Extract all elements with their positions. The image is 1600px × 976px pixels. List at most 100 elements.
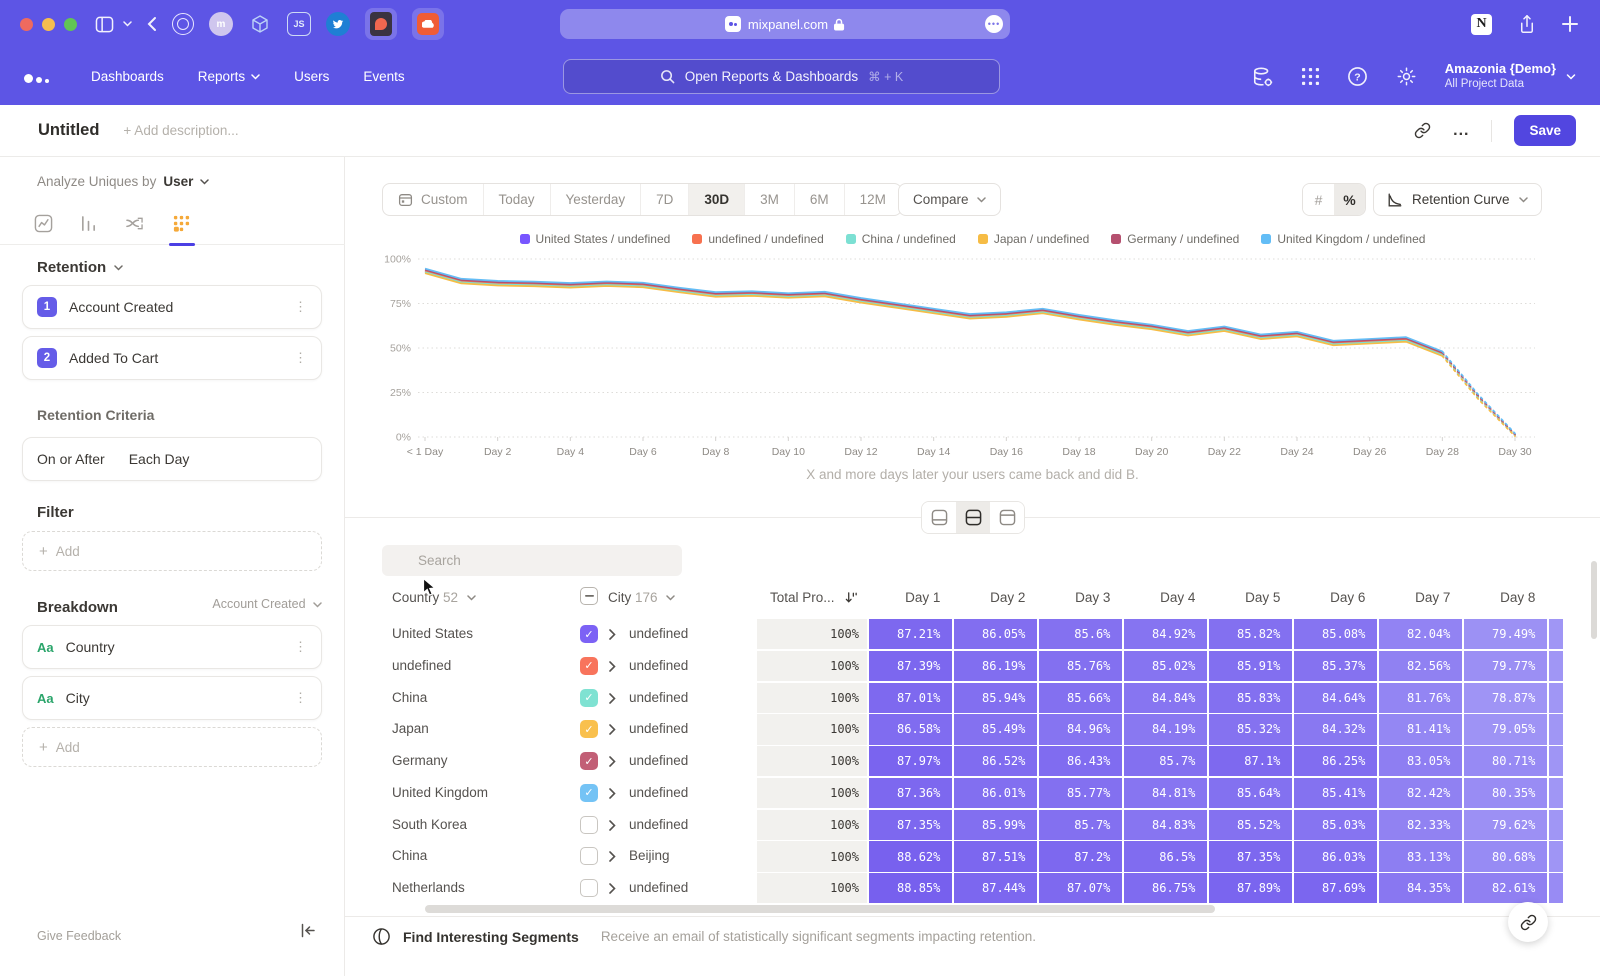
range-yesterday[interactable]: Yesterday	[550, 184, 641, 215]
retention-cell[interactable]: 87.2%	[1039, 841, 1122, 871]
retention-criteria-card[interactable]: On or After Each Day	[22, 437, 322, 481]
settings-gear-icon[interactable]	[1396, 66, 1417, 87]
retention-cell[interactable]: 87.97%	[869, 746, 952, 776]
retention-step-2[interactable]: 2 Added To Cart ⋮	[22, 336, 322, 380]
retention-chart[interactable]: 100%75%50%25%0%< 1 DayDay 2Day 4Day 6Day…	[375, 250, 1560, 462]
retention-cell[interactable]: 85.7%	[1039, 810, 1122, 840]
retention-cell[interactable]: 86.05%	[954, 619, 1037, 649]
row-checkbox[interactable]	[580, 847, 598, 865]
tab-funnels[interactable]	[80, 203, 97, 245]
notion-icon[interactable]: N	[1471, 14, 1492, 35]
row-checkbox[interactable]	[580, 879, 598, 897]
retention-cell[interactable]: 87.39%	[869, 651, 952, 681]
retention-cell[interactable]: 84.96%	[1039, 714, 1122, 744]
tab-retention[interactable]	[172, 203, 191, 245]
extension-icon-m[interactable]: m	[209, 12, 233, 36]
column-day-8[interactable]: Day 8	[1464, 590, 1535, 605]
page-title[interactable]: Untitled	[38, 121, 99, 140]
tab-flows[interactable]	[124, 203, 145, 245]
column-day-7[interactable]: Day 7	[1379, 590, 1450, 605]
save-button[interactable]: Save	[1514, 115, 1576, 146]
retention-cell[interactable]: 79.62%	[1464, 810, 1547, 840]
retention-cell[interactable]: 86.5%	[1124, 841, 1207, 871]
mixpanel-logo[interactable]	[24, 71, 49, 83]
extension-icon-bird[interactable]	[326, 12, 350, 36]
retention-cell[interactable]: 87.69%	[1294, 873, 1377, 903]
breakdown-city[interactable]: Aa City ⋮	[22, 676, 322, 720]
expand-row-icon[interactable]	[609, 724, 616, 735]
row-checkbox[interactable]: ✓	[580, 657, 598, 675]
project-switcher[interactable]: Amazonia {Demo} All Project Data	[1445, 61, 1576, 92]
retention-cell[interactable]: 81.76%	[1379, 683, 1462, 713]
retention-cell[interactable]: 81.41%	[1379, 714, 1462, 744]
retention-cell[interactable]: 80.35%	[1464, 778, 1547, 808]
retention-cell[interactable]: 85.91%	[1209, 651, 1292, 681]
range-custom[interactable]: Custom	[383, 184, 483, 215]
nav-item-events[interactable]: Events	[363, 69, 404, 84]
breakdown-country[interactable]: Aa Country ⋮	[22, 625, 322, 669]
extension-icon-circles[interactable]	[172, 13, 194, 35]
nav-item-users[interactable]: Users	[294, 69, 329, 84]
retention-cell[interactable]: 84.84%	[1124, 683, 1207, 713]
expand-row-icon[interactable]	[609, 820, 616, 831]
column-day-1[interactable]: Day 1	[869, 590, 940, 605]
retention-cell[interactable]: 87.35%	[1209, 841, 1292, 871]
legend-item[interactable]: Japan / undefined	[978, 232, 1089, 246]
kebab-menu-icon[interactable]: ⋮	[294, 350, 307, 366]
retention-cell[interactable]: 85.77%	[1039, 778, 1122, 808]
column-country[interactable]: Country 52	[392, 590, 476, 605]
segments-title[interactable]: Find Interesting Segments	[403, 929, 579, 945]
nav-item-dashboards[interactable]: Dashboards	[91, 69, 164, 84]
new-tab-icon[interactable]	[1562, 16, 1578, 32]
copy-link-icon[interactable]	[1414, 122, 1431, 139]
retention-cell[interactable]: 82.04%	[1379, 619, 1462, 649]
range-7d[interactable]: 7D	[640, 184, 688, 215]
select-all-checkbox[interactable]	[580, 587, 598, 605]
extension-icon-js[interactable]: JS	[287, 12, 311, 36]
retention-cell[interactable]: 86.25%	[1294, 746, 1377, 776]
retention-cell[interactable]: 85.99%	[954, 810, 1037, 840]
expand-row-icon[interactable]	[609, 788, 616, 799]
retention-cell[interactable]: 87.89%	[1209, 873, 1292, 903]
retention-cell-clipped[interactable]	[1549, 714, 1563, 744]
retention-cell[interactable]: 82.33%	[1379, 810, 1462, 840]
range-12m[interactable]: 12M	[844, 184, 901, 215]
range-3m[interactable]: 3M	[744, 184, 794, 215]
chart-type-dropdown[interactable]: Retention Curve	[1373, 183, 1542, 216]
legend-item[interactable]: China / undefined	[846, 232, 956, 246]
criteria-mode[interactable]: On or After	[37, 451, 105, 467]
retention-cell[interactable]: 82.42%	[1379, 778, 1462, 808]
kebab-menu-icon[interactable]: ⋮	[294, 639, 307, 655]
retention-cell[interactable]: 85.52%	[1209, 810, 1292, 840]
retention-cell[interactable]: 87.35%	[869, 810, 952, 840]
data-management-icon[interactable]	[1252, 66, 1274, 88]
retention-cell[interactable]: 85.7%	[1124, 746, 1207, 776]
retention-cell[interactable]: 85.6%	[1039, 619, 1122, 649]
analyze-entity-dropdown[interactable]: User	[163, 174, 193, 189]
column-day-6[interactable]: Day 6	[1294, 590, 1365, 605]
expand-row-icon[interactable]	[609, 661, 616, 672]
add-description[interactable]: + Add description...	[123, 123, 238, 138]
retention-cell-clipped[interactable]	[1549, 873, 1563, 903]
retention-cell[interactable]: 86.75%	[1124, 873, 1207, 903]
retention-cell[interactable]: 86.58%	[869, 714, 952, 744]
retention-cell[interactable]: 85.94%	[954, 683, 1037, 713]
expand-row-icon[interactable]	[609, 756, 616, 767]
retention-cell-clipped[interactable]	[1549, 778, 1563, 808]
retention-cell[interactable]: 84.32%	[1294, 714, 1377, 744]
horizontal-scrollbar[interactable]	[425, 905, 1215, 913]
retention-cell[interactable]: 87.36%	[869, 778, 952, 808]
chevron-down-icon[interactable]	[123, 21, 132, 27]
expand-row-icon[interactable]	[609, 629, 616, 640]
kebab-menu-icon[interactable]: ⋮	[294, 299, 307, 315]
retention-cell-clipped[interactable]	[1549, 746, 1563, 776]
retention-cell[interactable]: 84.19%	[1124, 714, 1207, 744]
retention-cell[interactable]: 85.08%	[1294, 619, 1377, 649]
range-30d[interactable]: 30D	[688, 184, 744, 215]
percent-values-toggle[interactable]: %	[1334, 184, 1365, 215]
retention-cell[interactable]: 86.43%	[1039, 746, 1122, 776]
legend-item[interactable]: United Kingdom / undefined	[1261, 232, 1425, 246]
compare-button[interactable]: Compare	[898, 183, 1001, 216]
retention-cell-clipped[interactable]	[1549, 683, 1563, 713]
give-feedback-link[interactable]: Give Feedback	[37, 929, 121, 943]
